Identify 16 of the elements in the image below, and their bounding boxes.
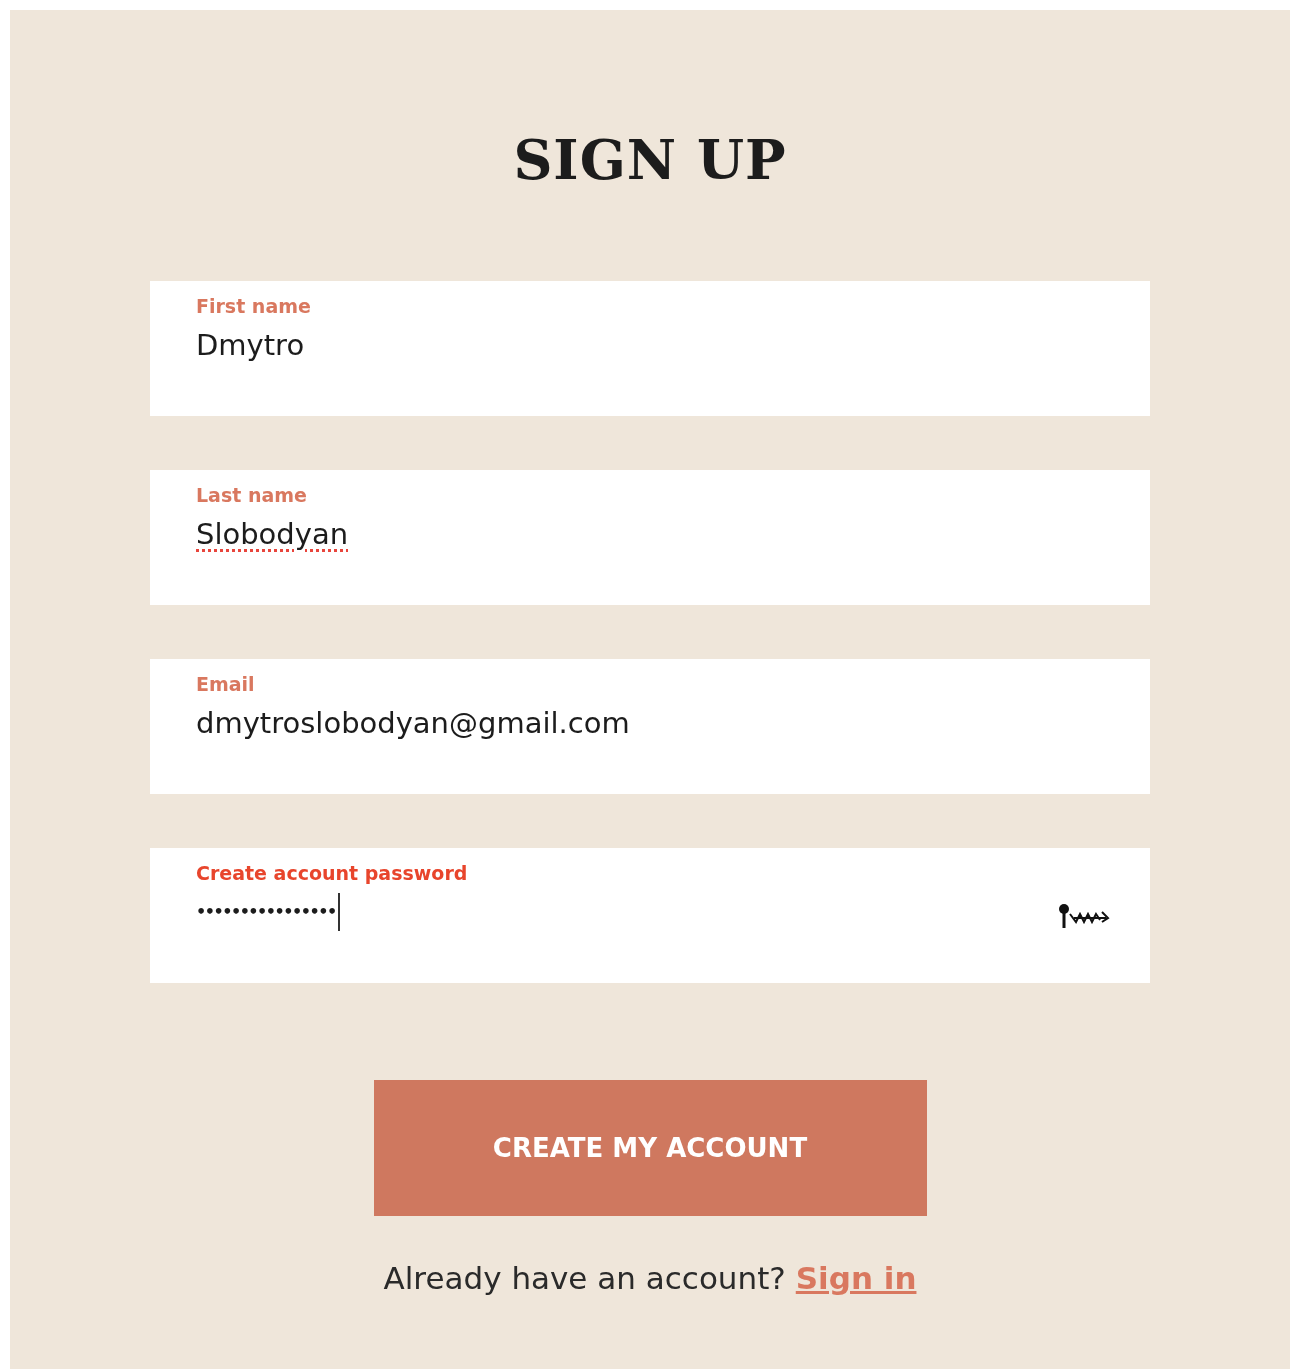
footer-text: Already have an account? xyxy=(383,1260,786,1296)
field-value: Slobodyan xyxy=(196,516,349,553)
input-field[interactable]: First name Dmytro xyxy=(150,281,1150,416)
text-caret xyxy=(337,893,340,931)
page-title: SIGN UP xyxy=(513,127,787,194)
field-value: dmytroslobodyan@gmail.com xyxy=(196,705,630,742)
field-label: First name xyxy=(196,294,312,319)
input-field[interactable]: Email dmytroslobodyan@gmail.com xyxy=(150,659,1150,794)
field-label: Last name xyxy=(196,483,308,508)
field-value: •••••••••••••••• xyxy=(196,901,336,923)
key-icon[interactable] xyxy=(1058,902,1110,930)
field-label: Email xyxy=(196,672,256,697)
field-value: Dmytro xyxy=(196,327,305,364)
password-field[interactable]: Create account password •••••••••••••••• xyxy=(150,848,1150,983)
input-field[interactable]: Last name Slobodyan xyxy=(150,470,1150,605)
field-label: Create account password xyxy=(196,861,469,886)
